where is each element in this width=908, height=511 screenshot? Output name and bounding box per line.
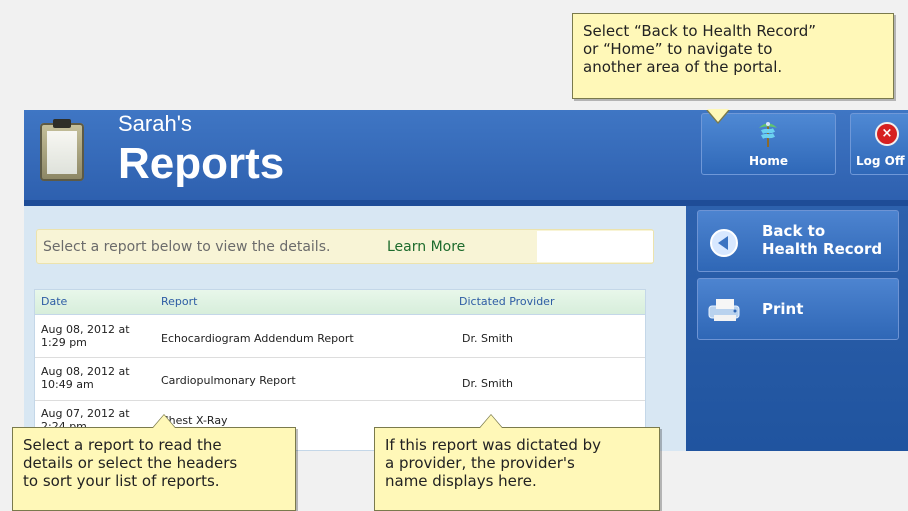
info-banner: Select a report below to view the detail… — [36, 229, 654, 264]
log-off-label: Log Off — [856, 154, 905, 168]
learn-more-link[interactable]: Learn More — [387, 239, 465, 255]
callout-pointer-fill — [707, 109, 729, 122]
page-title: Reports — [118, 139, 285, 188]
report-name: Echocardiogram Addendum Report — [161, 332, 354, 345]
callout-top: Select “Back to Health Record” or “Home”… — [572, 13, 894, 124]
clipboard-icon — [40, 119, 84, 181]
home-label: Home — [749, 154, 788, 168]
back-label: Back to Health Record — [762, 222, 883, 258]
caduceus-icon — [759, 122, 777, 147]
info-banner-end — [537, 231, 653, 262]
callout-top-text: Select “Back to Health Record” or “Home”… — [583, 22, 816, 76]
print-label: Print — [762, 300, 804, 318]
callout-bottom-right: If this report was dictated by a provide… — [374, 414, 660, 511]
print-button[interactable]: Print — [697, 278, 899, 340]
report-provider: Dr. Smith — [462, 332, 514, 345]
printer-icon — [708, 299, 740, 321]
date-column-header[interactable]: Date — [41, 295, 67, 308]
close-icon: × — [875, 122, 899, 146]
table-row[interactable]: Aug 08, 2012 at 1:29 pm Echocardiogram A… — [35, 315, 645, 358]
callout-bottom-right-text: If this report was dictated by a provide… — [385, 436, 602, 490]
table-row[interactable]: Aug 08, 2012 at 10:49 am Cardiopulmonary… — [35, 358, 645, 401]
back-to-health-record-button[interactable]: Back to Health Record — [697, 210, 899, 272]
back-arrow-icon — [710, 229, 738, 257]
callout-pointer-fill — [153, 415, 175, 428]
provider-column-header[interactable]: Dictated Provider — [459, 295, 554, 308]
owner-name: Sarah's — [118, 111, 192, 136]
report-provider: Dr. Smith — [462, 377, 514, 390]
report-column-header[interactable]: Report — [161, 295, 197, 308]
callout-bottom-left-text: Select a report to read the details or s… — [23, 436, 238, 490]
report-date: Aug 08, 2012 at 10:49 am — [41, 365, 130, 391]
report-name: Cardiopulmonary Report — [161, 374, 296, 387]
log-off-button[interactable]: × Log Off — [850, 113, 908, 175]
info-text: Select a report below to view the detail… — [43, 239, 331, 255]
table-header: Date Report Dictated Provider — [35, 290, 645, 315]
callout-pointer-fill — [480, 415, 502, 428]
report-date: Aug 08, 2012 at 1:29 pm — [41, 323, 130, 349]
callout-bottom-left: Select a report to read the details or s… — [12, 414, 296, 511]
